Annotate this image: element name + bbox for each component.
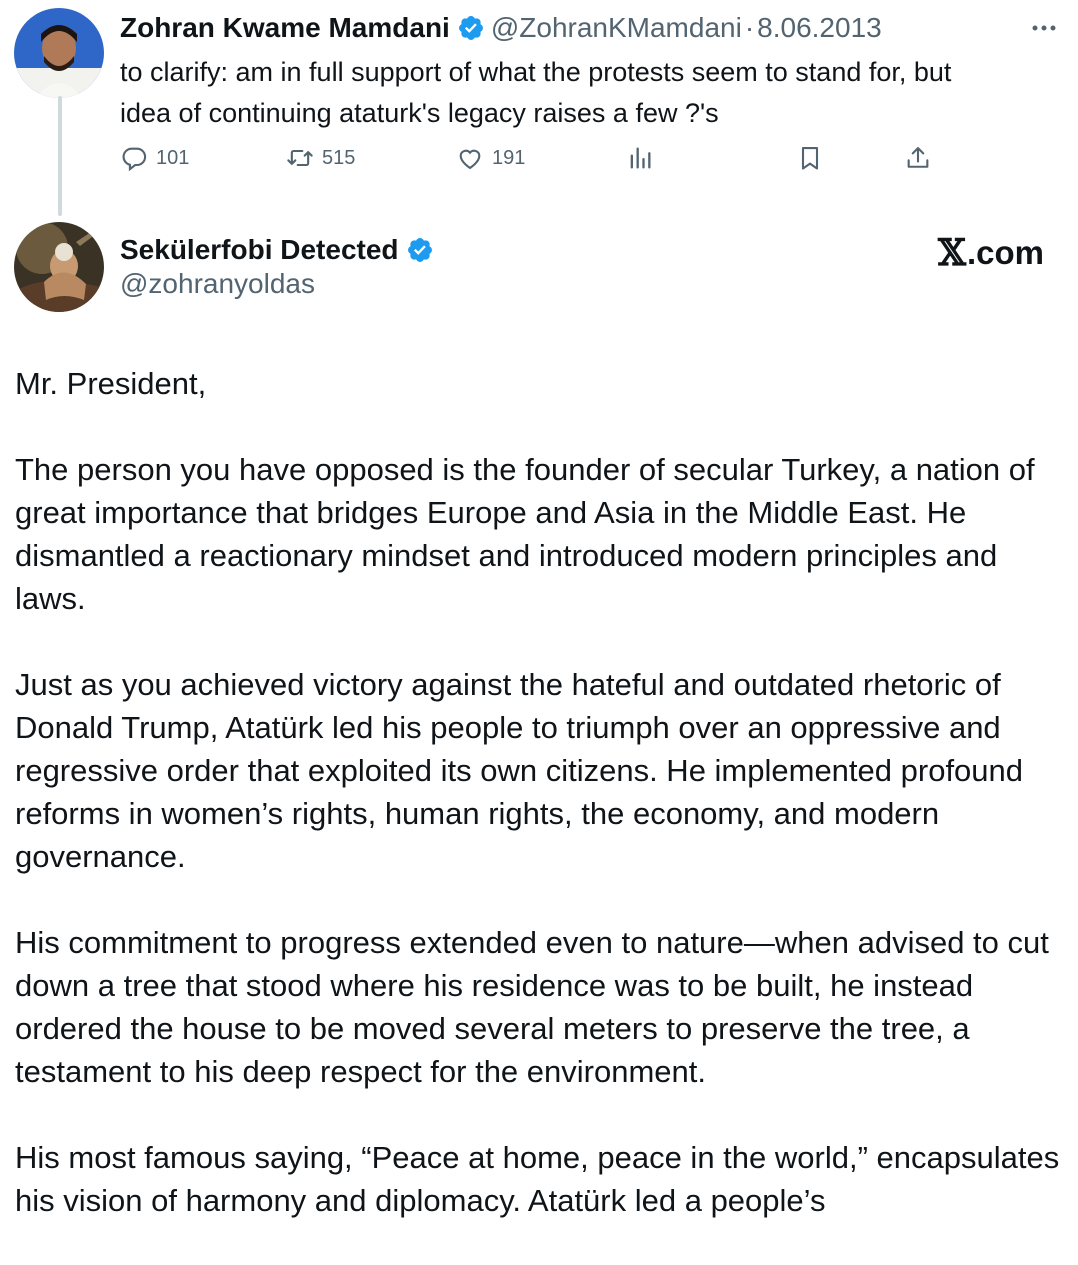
views-button[interactable]	[626, 138, 662, 178]
views-icon	[630, 147, 651, 169]
tweet-date[interactable]: 8.06.2013	[757, 12, 882, 44]
paragraph: Just as you achieved victory against the…	[15, 667, 1024, 874]
avatar-sekulerfobi[interactable]	[14, 222, 104, 312]
paragraph: His most famous saying, “Peace at home, …	[15, 1140, 1060, 1218]
tweet1-actions: 101 515 191	[120, 138, 940, 178]
separator: ·	[744, 12, 755, 43]
share-button[interactable]	[904, 138, 940, 178]
reply-count: 101	[156, 146, 190, 169]
reply-icon	[122, 147, 147, 172]
retweet-button[interactable]: 515	[286, 138, 355, 178]
tweet1-header: Zohran Kwame Mamdani @ZohranKMamdani · 8…	[120, 10, 882, 46]
share-icon	[907, 147, 929, 168]
paragraph: Mr. President,	[15, 366, 207, 401]
like-button[interactable]: 191	[456, 138, 525, 178]
tweet1-text: to clarify: am in full support of what t…	[120, 52, 1050, 134]
retweet-count: 515	[322, 146, 356, 169]
bookmark-button[interactable]	[796, 138, 832, 178]
x-logo-icon: 𝕏	[938, 232, 966, 274]
more-icon[interactable]	[1030, 18, 1058, 38]
verified-badge-icon	[406, 236, 434, 264]
paragraph: The person you have opposed is the found…	[15, 452, 1035, 616]
author-name[interactable]: Sekülerfobi Detected	[120, 234, 399, 266]
avatar-zohran[interactable]	[14, 8, 104, 98]
author-name[interactable]: Zohran Kwame Mamdani	[120, 12, 450, 44]
paragraph: His commitment to progress extended even…	[15, 925, 1049, 1089]
reply-button[interactable]: 101	[120, 138, 189, 178]
brand-domain: .com	[966, 234, 1044, 271]
tweet2-body: Mr. President, The person you have oppos…	[15, 362, 1065, 1265]
x-com-watermark: 𝕏 .com	[938, 232, 1044, 274]
like-icon	[459, 149, 481, 170]
bookmark-icon	[801, 147, 819, 170]
like-count: 191	[492, 146, 526, 169]
retweet-icon	[287, 149, 313, 167]
tweet2-header: Sekülerfobi Detected	[120, 232, 440, 268]
thread-line	[58, 96, 62, 216]
tweet1-text-line1: to clarify: am in full support of what t…	[120, 57, 952, 87]
verified-badge-icon	[457, 14, 485, 42]
author-handle[interactable]: @ZohranKMamdani	[491, 12, 742, 44]
tweet1-text-line2: idea of continuing ataturk's legacy rais…	[120, 98, 719, 128]
author-handle[interactable]: @zohranyoldas	[120, 268, 315, 300]
